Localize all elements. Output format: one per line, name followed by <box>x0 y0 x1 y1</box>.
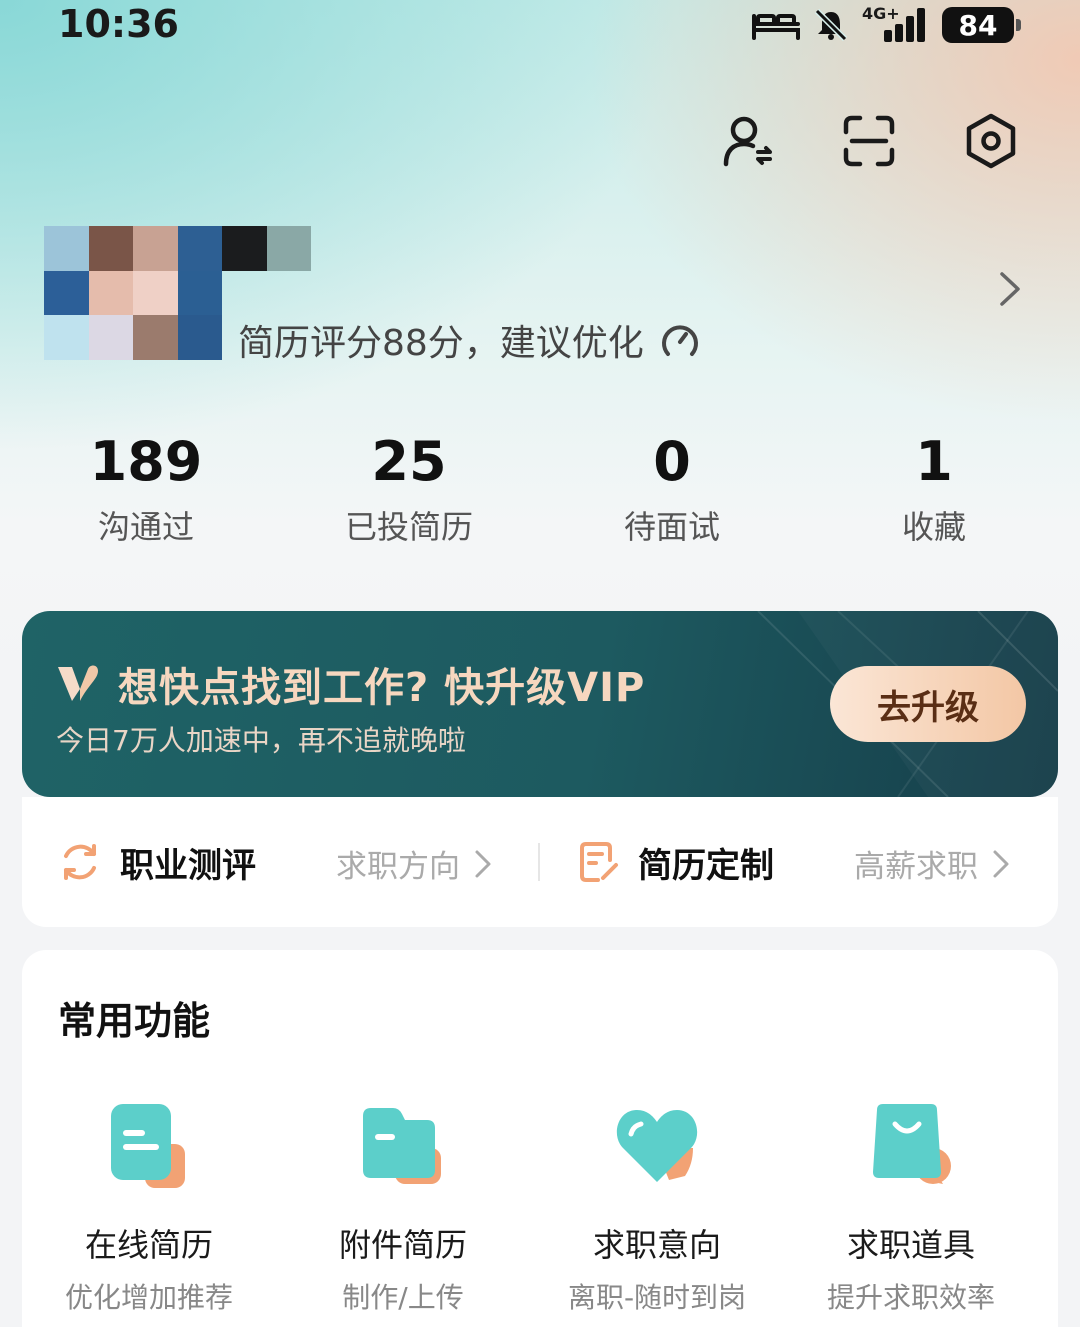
shopping-bag-icon <box>873 1104 951 1184</box>
func-sub: 优化增加推荐 <box>64 1281 233 1314</box>
scan-icon[interactable] <box>840 112 898 170</box>
stat-label: 沟通过 <box>97 508 194 546</box>
func-label: 在线简历 <box>84 1226 213 1264</box>
attachment-resume-item[interactable]: 附件简历 制作/上传 <box>276 1100 530 1316</box>
func-label: 附件简历 <box>338 1226 467 1264</box>
func-sub: 离职-随时到岗 <box>567 1281 747 1314</box>
vip-logo-icon <box>58 665 98 701</box>
stat-value: 189 <box>89 430 203 493</box>
online-resume-item[interactable]: 在线简历 优化增加推荐 <box>22 1100 276 1316</box>
resume-custom-title: 简历定制 <box>638 845 774 886</box>
resume-score-text: 简历评分88分，建议优化 <box>238 323 644 364</box>
profile-chevron-right-icon[interactable] <box>996 270 1024 308</box>
stat-value: 1 <box>915 430 953 493</box>
high-salary-text: 高薪求职 <box>854 849 978 885</box>
func-sub: 提升求职效率 <box>826 1281 995 1314</box>
job-tools-item[interactable]: 求职道具 提升求职效率 <box>784 1100 1038 1316</box>
heart-chat-icon <box>616 1110 698 1182</box>
func-label: 求职道具 <box>846 1226 975 1264</box>
resume-score[interactable]: 简历评分88分，建议优化 <box>238 314 702 366</box>
career-direction-link[interactable]: 求职方向 <box>336 841 492 886</box>
stat-communicated[interactable]: 189 沟通过 <box>46 430 246 548</box>
common-functions-card: 常用功能 在线简历 优化增加推荐 附件简历 制作/上传 求职意向 离职-随时到岗 <box>22 950 1058 1327</box>
online-resume-icon <box>111 1104 185 1188</box>
sleep-mode-icon <box>752 14 800 40</box>
folder-icon <box>363 1108 441 1184</box>
func-sub: 制作/上传 <box>342 1281 464 1314</box>
edit-document-icon <box>580 842 618 882</box>
func-label: 求职意向 <box>592 1226 721 1264</box>
vip-title: 想快点找到工作? 快升级VIP <box>118 665 646 711</box>
battery-icon: 84 <box>942 7 1021 43</box>
job-intention-item[interactable]: 求职意向 离职-随时到岗 <box>530 1100 784 1316</box>
stat-label: 收藏 <box>901 508 966 546</box>
section-title: 常用功能 <box>58 999 211 1043</box>
status-icons: 4G+ 84 <box>752 4 1021 44</box>
stat-label: 已投简历 <box>344 508 473 546</box>
refresh-circle-icon <box>64 844 96 880</box>
battery-level: 84 <box>958 8 998 42</box>
chevron-right-icon <box>475 850 491 877</box>
status-bar: 10:36 4G+ 84 <box>0 0 1080 50</box>
stat-value: 0 <box>653 430 691 493</box>
stat-applied[interactable]: 25 已投简历 <box>309 430 509 548</box>
career-direction-text: 求职方向 <box>336 849 460 885</box>
career-assessment-link[interactable]: 职业测评 <box>58 797 256 927</box>
chevron-right-icon <box>993 850 1009 877</box>
career-assessment-title: 职业测评 <box>120 845 256 886</box>
divider <box>538 843 540 881</box>
settings-icon[interactable] <box>962 112 1020 170</box>
upgrade-button[interactable]: 去升级 <box>830 666 1026 742</box>
shortcut-card: 职业测评 求职方向 简历定制 高薪求职 <box>22 797 1058 927</box>
switch-identity-icon[interactable] <box>720 112 778 170</box>
stat-value: 25 <box>371 430 447 493</box>
gauge-icon <box>661 325 698 356</box>
status-time: 10:36 <box>58 2 179 46</box>
stat-label: 待面试 <box>623 508 720 546</box>
high-salary-link[interactable]: 高薪求职 <box>854 841 1010 886</box>
mute-bell-icon <box>814 8 848 42</box>
vip-banner[interactable]: 想快点找到工作? 快升级VIP 今日7万人加速中，再不追就晚啦 去升级 <box>22 611 1058 797</box>
signal-icon: 4G+ <box>862 4 928 44</box>
stat-interviews[interactable]: 0 待面试 <box>572 430 772 548</box>
vip-subtitle: 今日7万人加速中，再不追就晚啦 <box>56 724 466 757</box>
resume-custom-link[interactable]: 简历定制 <box>576 797 774 927</box>
stat-favorites[interactable]: 1 收藏 <box>834 430 1034 548</box>
